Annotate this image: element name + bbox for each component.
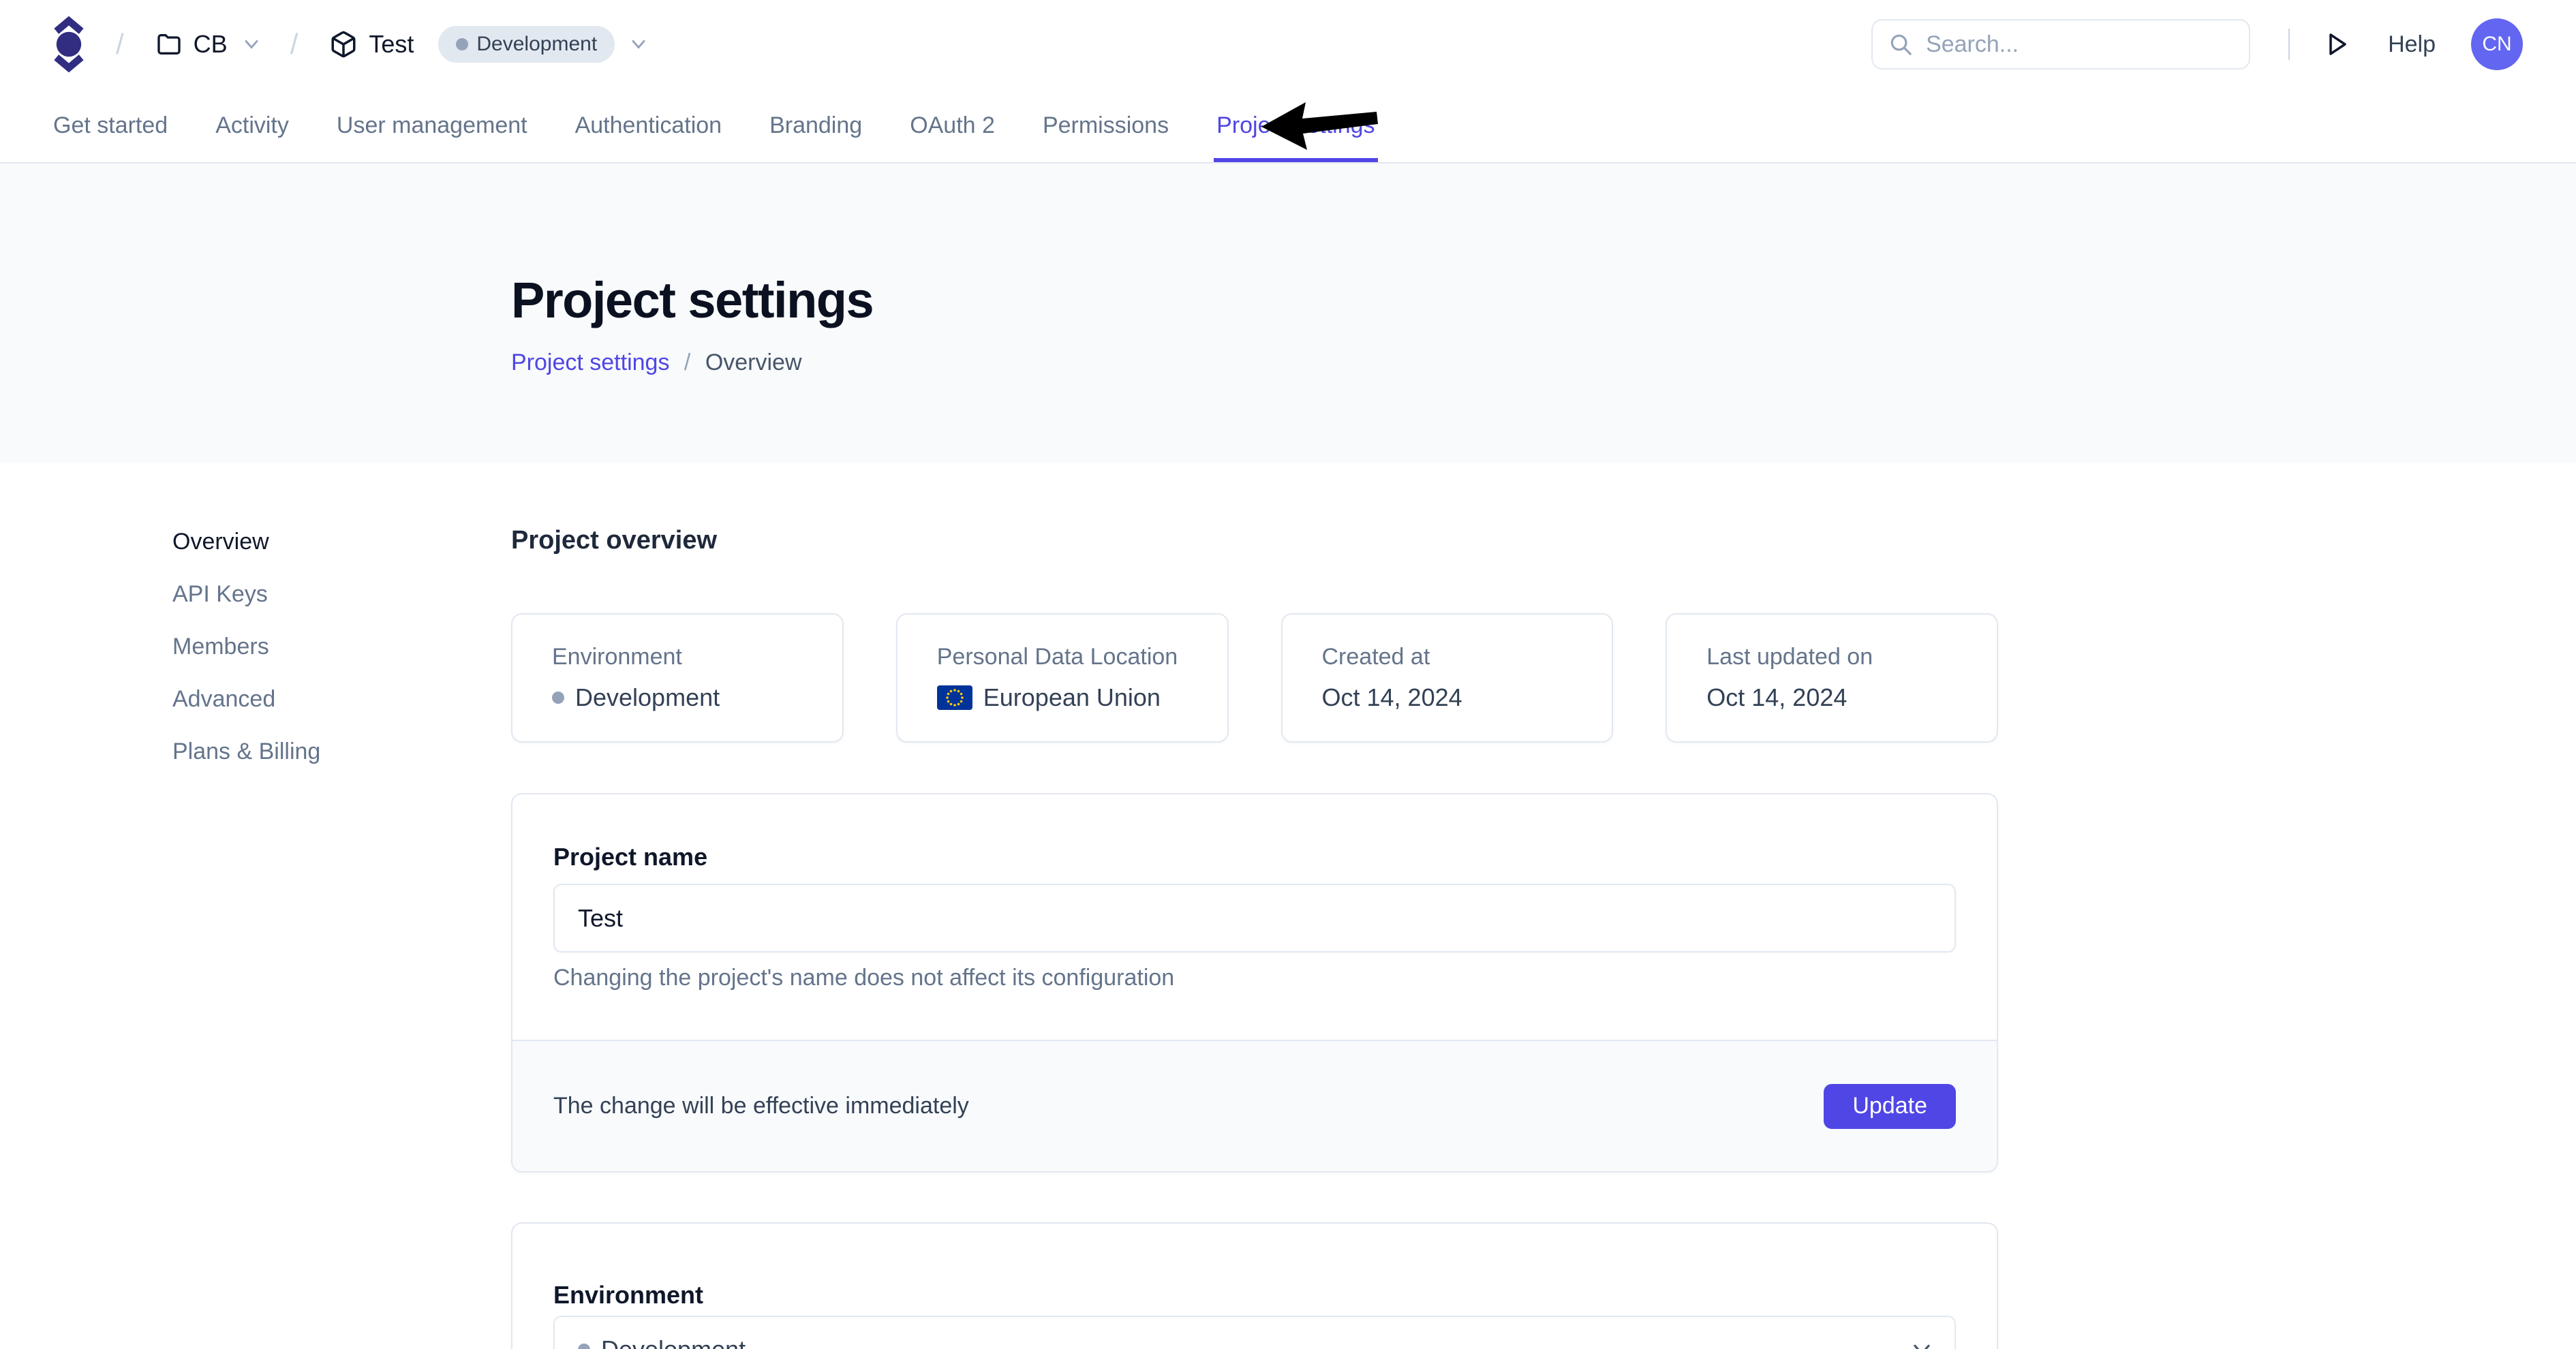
app-logo-icon[interactable] — [53, 14, 85, 74]
breadcrumb-link[interactable]: Project settings — [511, 350, 669, 375]
tab-permissions[interactable]: Permissions — [1043, 89, 1169, 162]
chevron-down-icon — [244, 39, 259, 50]
project-name-label: Project name — [553, 843, 1956, 871]
environment-badge: Development — [438, 26, 615, 63]
environment-select[interactable]: Development — [553, 1316, 1956, 1349]
update-button[interactable]: Update — [1824, 1084, 1956, 1129]
org-name: CB — [194, 30, 228, 59]
top-header: / CB / Test Development Help CN — [0, 0, 2576, 89]
project-tabbar: Get started Activity User management Aut… — [0, 89, 2576, 164]
status-dot-icon — [552, 692, 564, 704]
main-panel: Project overview Environment Development… — [511, 463, 1998, 1349]
info-card-created-at: Created at Oct 14, 2024 — [1281, 613, 1614, 743]
tab-project-settings[interactable]: Project settings — [1216, 89, 1375, 162]
package-icon — [329, 30, 358, 59]
environment-label: Environment — [553, 1282, 1956, 1309]
page-hero: Project settings Project settings / Over… — [0, 164, 2576, 463]
breadcrumb-separator: / — [116, 28, 124, 61]
project-name-input[interactable] — [553, 884, 1956, 952]
sidebar-item-overview[interactable]: Overview — [172, 528, 320, 555]
project-name: Test — [369, 30, 414, 59]
project-name-card-footer: The change will be effective immediately… — [512, 1040, 1997, 1171]
sidebar-item-api-keys[interactable]: API Keys — [172, 580, 320, 608]
sidebar-item-members[interactable]: Members — [172, 633, 320, 660]
breadcrumb-separator: / — [684, 350, 690, 375]
eu-flag-icon — [937, 685, 972, 710]
header-divider — [2288, 29, 2290, 60]
status-dot-icon — [456, 38, 468, 50]
info-card-data-location: Personal Data Location European Union — [896, 613, 1229, 743]
tab-authentication[interactable]: Authentication — [575, 89, 722, 162]
content-area: Overview API Keys Members Advanced Plans… — [0, 463, 2576, 1349]
breadcrumb: Project settings / Overview — [511, 350, 2576, 376]
section-title: Project overview — [511, 525, 1998, 556]
environment-card: Environment Development — [511, 1222, 1998, 1349]
sidebar-item-plans-billing[interactable]: Plans & Billing — [172, 738, 320, 765]
play-icon[interactable] — [2325, 31, 2350, 58]
status-dot-icon — [578, 1344, 590, 1349]
project-name-helper: Changing the project's name does not aff… — [553, 964, 1956, 991]
project-name-card: Project name Changing the project's name… — [511, 793, 1998, 1173]
org-breadcrumb-button[interactable]: CB — [155, 30, 259, 59]
info-card-environment: Environment Development — [511, 613, 844, 743]
avatar[interactable]: CN — [2471, 18, 2523, 70]
breadcrumb-current: Overview — [705, 350, 802, 375]
page-title: Project settings — [511, 271, 2576, 329]
folder-icon — [155, 31, 183, 58]
project-breadcrumb-button[interactable]: Test Development — [329, 26, 646, 63]
chevron-down-icon — [1912, 1343, 1931, 1349]
tab-oauth2[interactable]: OAuth 2 — [910, 89, 995, 162]
tab-user-management[interactable]: User management — [337, 89, 527, 162]
chevron-down-icon — [631, 39, 646, 50]
settings-sidebar: Overview API Keys Members Advanced Plans… — [172, 528, 320, 790]
info-card-grid: Environment Development Personal Data Lo… — [511, 613, 1998, 743]
tab-activity[interactable]: Activity — [215, 89, 289, 162]
footer-note: The change will be effective immediately — [553, 1093, 969, 1119]
sidebar-item-advanced[interactable]: Advanced — [172, 685, 320, 713]
help-link[interactable]: Help — [2388, 31, 2436, 58]
search-box — [1871, 19, 2250, 69]
search-input[interactable] — [1871, 19, 2250, 69]
breadcrumb-separator: / — [290, 28, 298, 61]
info-card-last-updated: Last updated on Oct 14, 2024 — [1666, 613, 1998, 743]
search-icon — [1888, 31, 1914, 57]
tab-branding[interactable]: Branding — [769, 89, 862, 162]
tab-get-started[interactable]: Get started — [53, 89, 168, 162]
